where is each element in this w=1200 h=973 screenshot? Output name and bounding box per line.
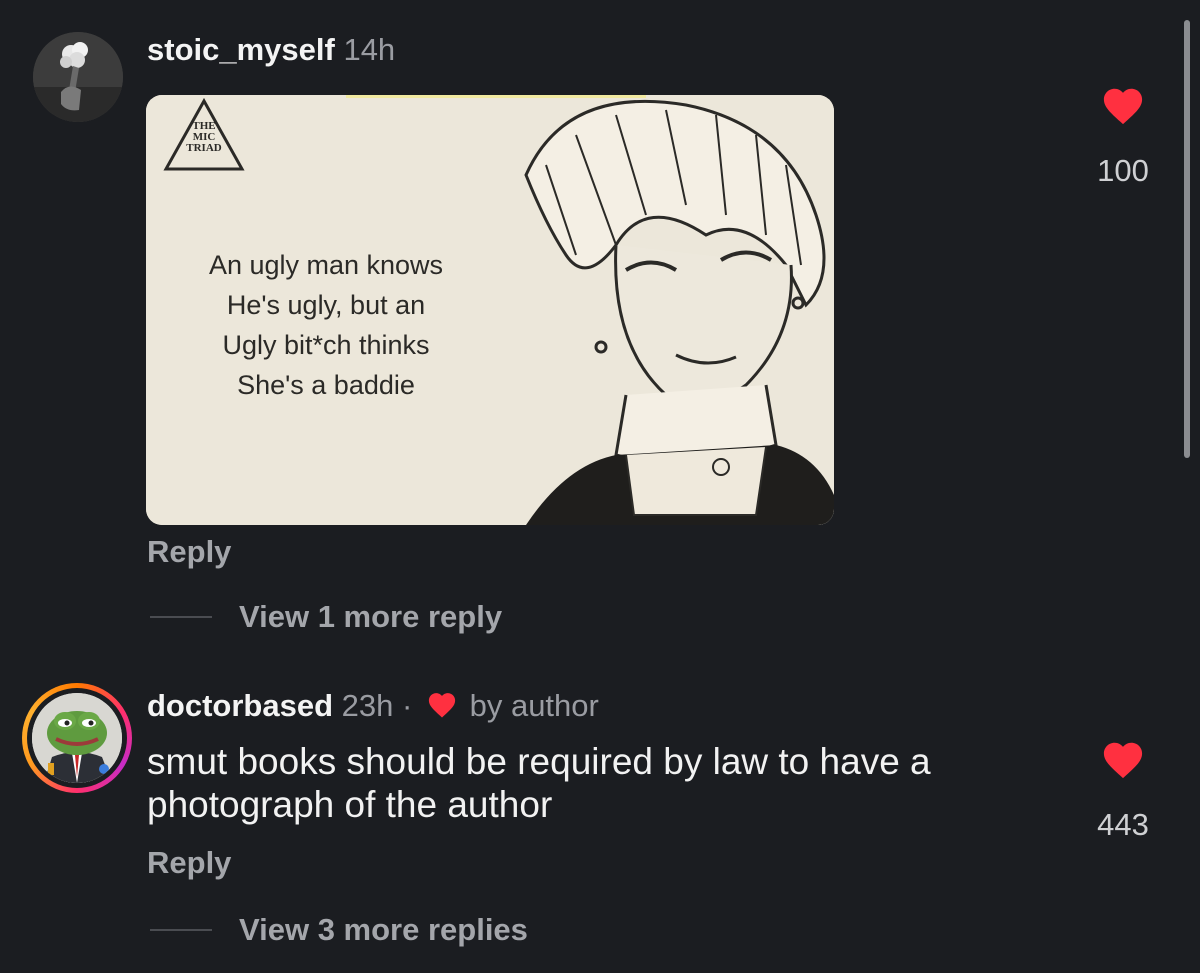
caption-line: He's ugly, but an — [226, 290, 426, 320]
divider-line — [150, 929, 212, 931]
reply-button[interactable]: Reply — [147, 534, 231, 570]
reply-button[interactable]: Reply — [147, 845, 231, 881]
logo-text: THE MIC TRIAD — [179, 121, 229, 154]
heart-icon[interactable] — [1101, 86, 1145, 126]
like-column: 100 — [1093, 86, 1153, 189]
comment-text-line: photograph of the author — [147, 784, 553, 825]
view-more-replies[interactable]: View 3 more replies — [150, 910, 528, 950]
avatar — [32, 693, 122, 783]
author-heart-icon — [428, 693, 456, 718]
username[interactable]: doctorbased — [147, 688, 333, 723]
caption-line: Ugly bit*ch thinks — [222, 330, 430, 360]
image-caption: An ugly man knows He's ugly, but an Ugly… — [176, 245, 476, 405]
avatar-story-ring[interactable] — [22, 683, 132, 793]
view-more-replies[interactable]: View 1 more reply — [150, 597, 502, 637]
timestamp: 23h — [341, 688, 394, 723]
frog-avatar-icon — [32, 693, 122, 783]
timestamp: 14h — [343, 32, 396, 67]
attached-image[interactable]: THE MIC TRIAD An ugly man knows He's ugl… — [146, 95, 834, 525]
scrollbar[interactable] — [1184, 20, 1190, 458]
heart-icon[interactable] — [1101, 740, 1145, 780]
comment-text-line: smut books should be required by law to … — [147, 741, 931, 782]
username[interactable]: stoic_myself — [147, 32, 335, 67]
avatar-photo — [33, 32, 123, 122]
author-badge: by author — [469, 688, 599, 723]
caption-line: She's a baddie — [237, 370, 415, 400]
comment-header: doctorbased 23h · by author — [147, 688, 599, 724]
avatar[interactable] — [33, 32, 123, 122]
view-more-replies-label: View 1 more reply — [239, 599, 503, 634]
separator-dot: · — [402, 688, 413, 723]
comment-header: stoic_myself 14h — [147, 32, 395, 68]
view-more-replies-label: View 3 more replies — [239, 912, 528, 947]
divider-line — [150, 616, 212, 618]
logo-line: TRIAD — [186, 142, 222, 154]
like-count: 443 — [1097, 807, 1149, 842]
comment-text: smut books should be required by law to … — [147, 740, 1047, 826]
like-column: 443 — [1090, 740, 1156, 843]
caption-line: An ugly man knows — [208, 250, 444, 280]
like-count: 100 — [1097, 153, 1149, 188]
